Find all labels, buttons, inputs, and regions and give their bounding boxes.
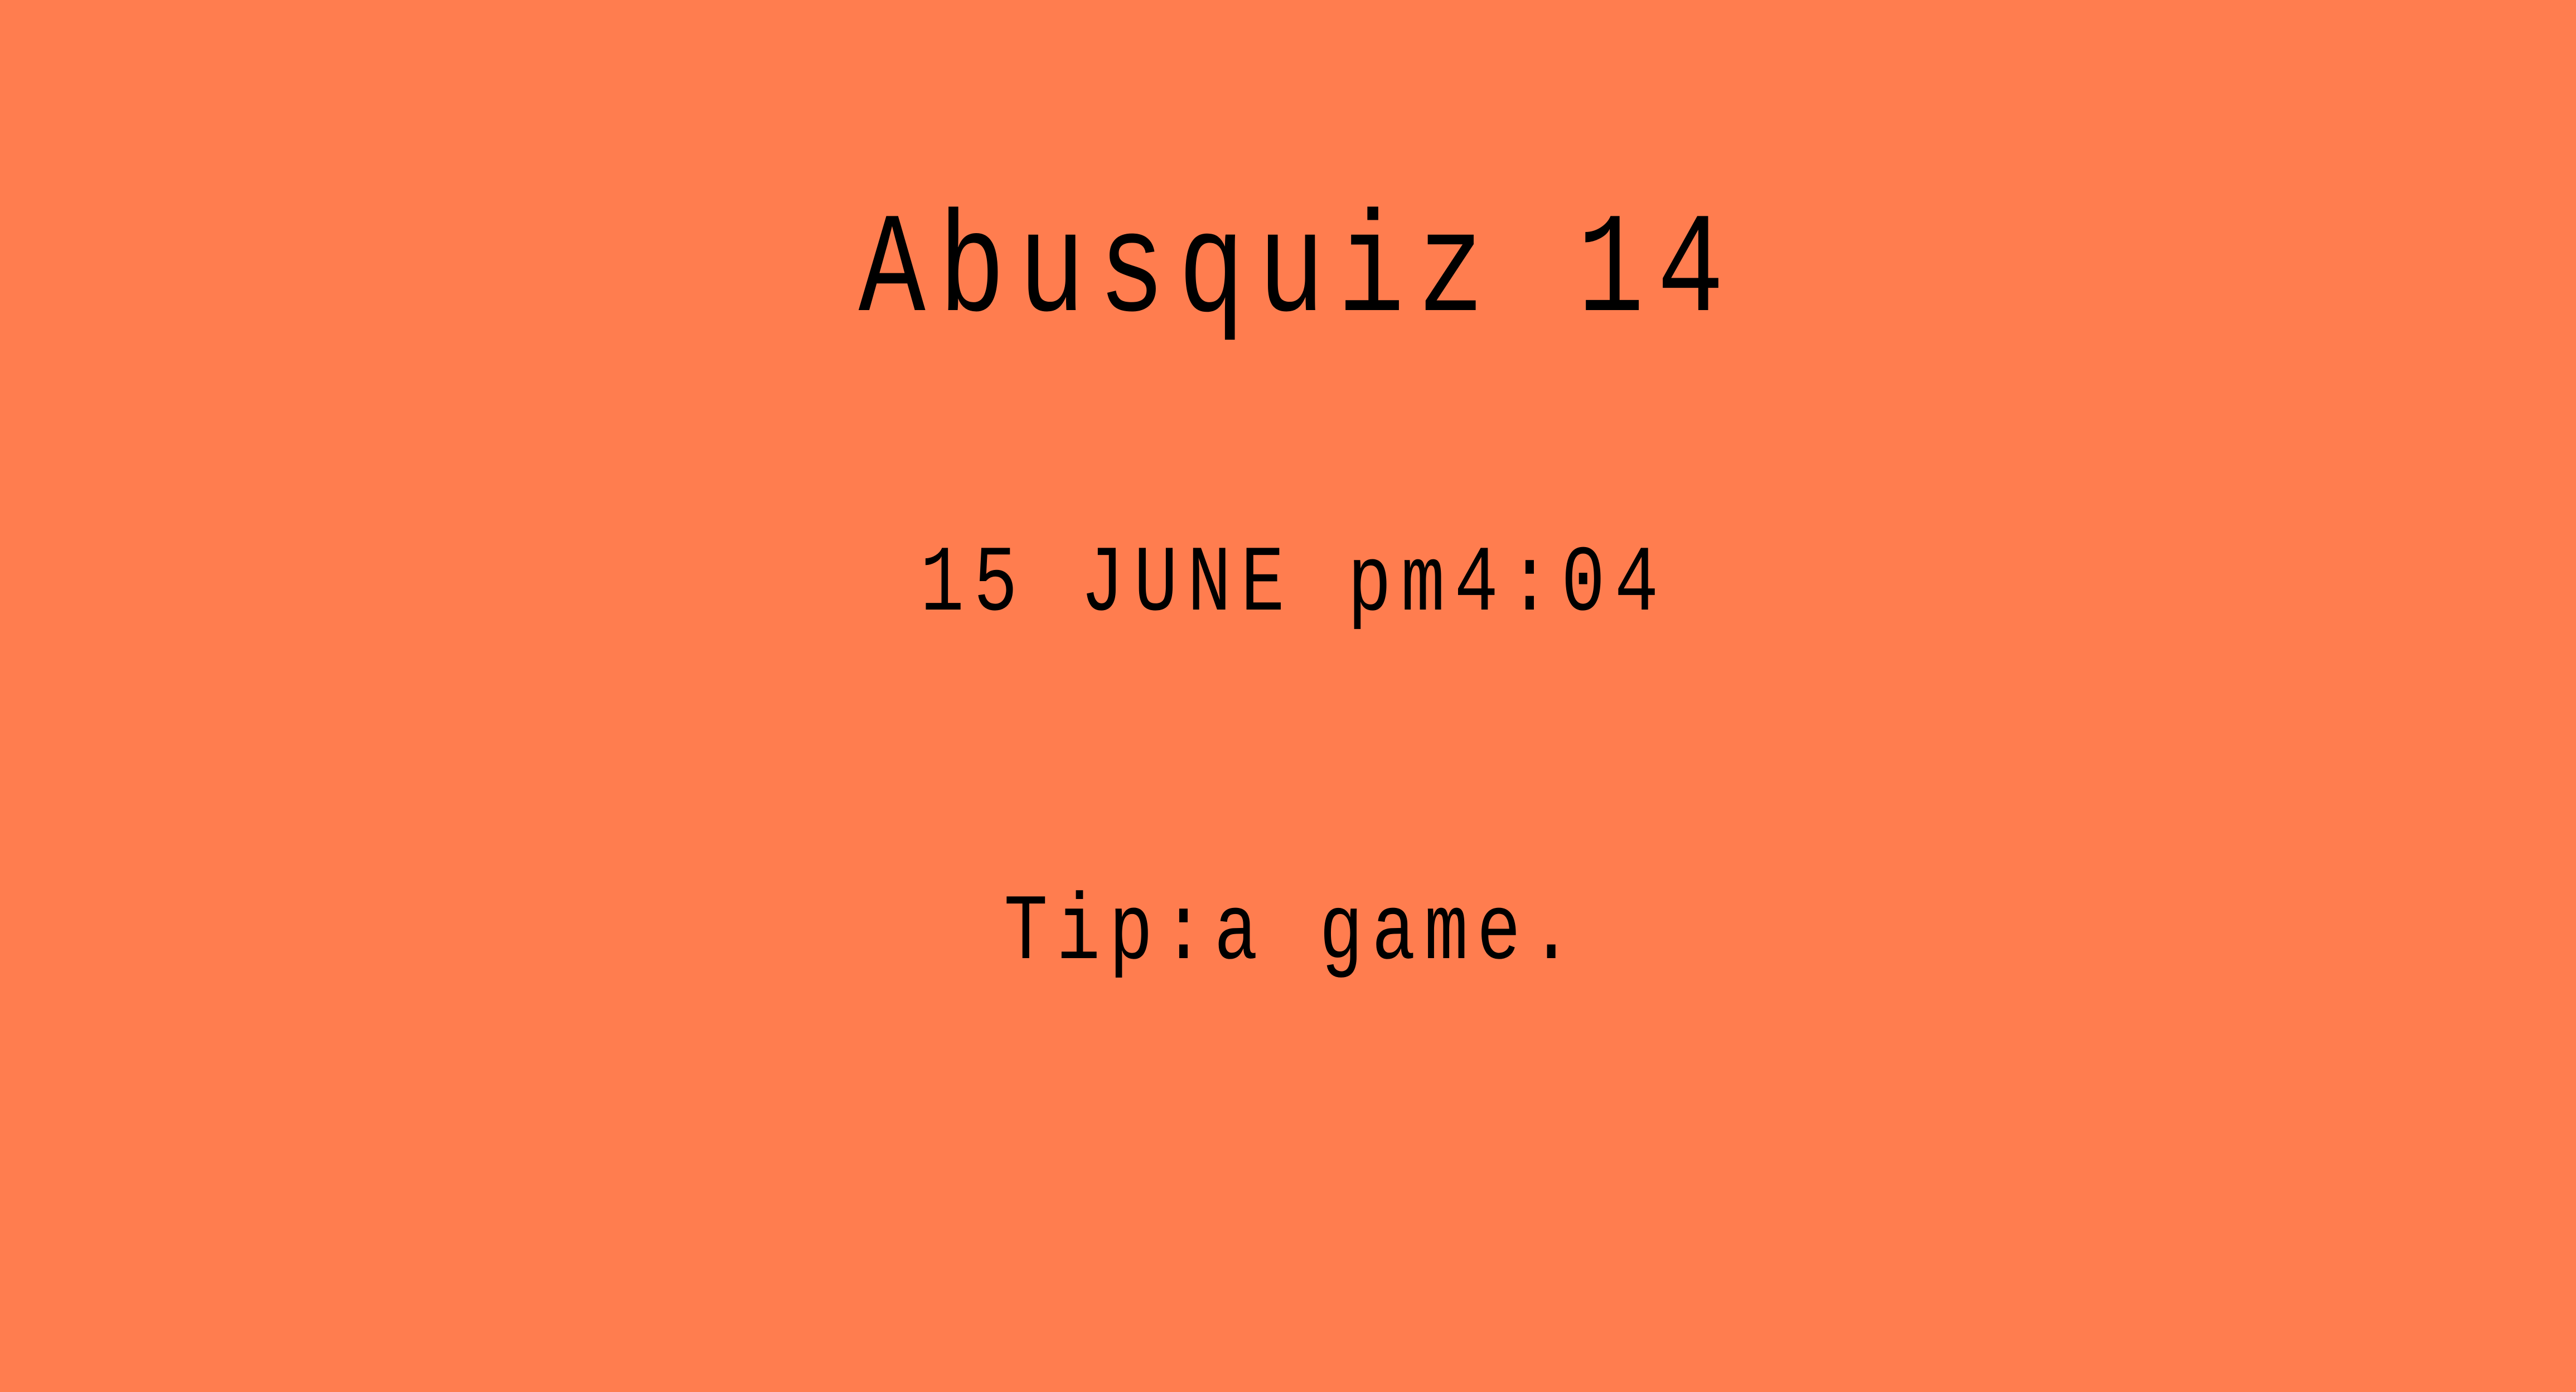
title-screen: Abusquiz 14 15 JUNE pm4:04 Tip:a game.: [0, 0, 2576, 1392]
game-title: Abusquiz 14: [858, 191, 1737, 353]
tip-text: Tip:a game.: [1004, 881, 1582, 987]
date-time-label: 15 JUNE pm4:04: [920, 532, 1668, 638]
